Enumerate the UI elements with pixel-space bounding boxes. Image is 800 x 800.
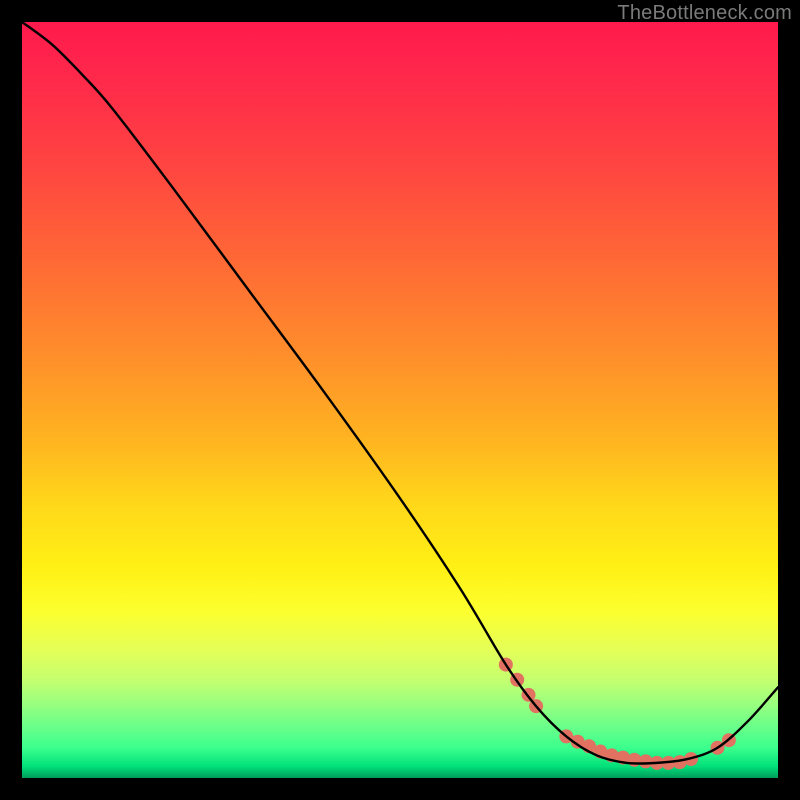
chart-plot-area	[22, 22, 778, 778]
chart-curve	[22, 22, 778, 764]
chart-frame: TheBottleneck.com	[0, 0, 800, 800]
chart-markers	[499, 658, 736, 770]
watermark-text: TheBottleneck.com	[617, 2, 792, 25]
chart-svg	[22, 22, 778, 778]
